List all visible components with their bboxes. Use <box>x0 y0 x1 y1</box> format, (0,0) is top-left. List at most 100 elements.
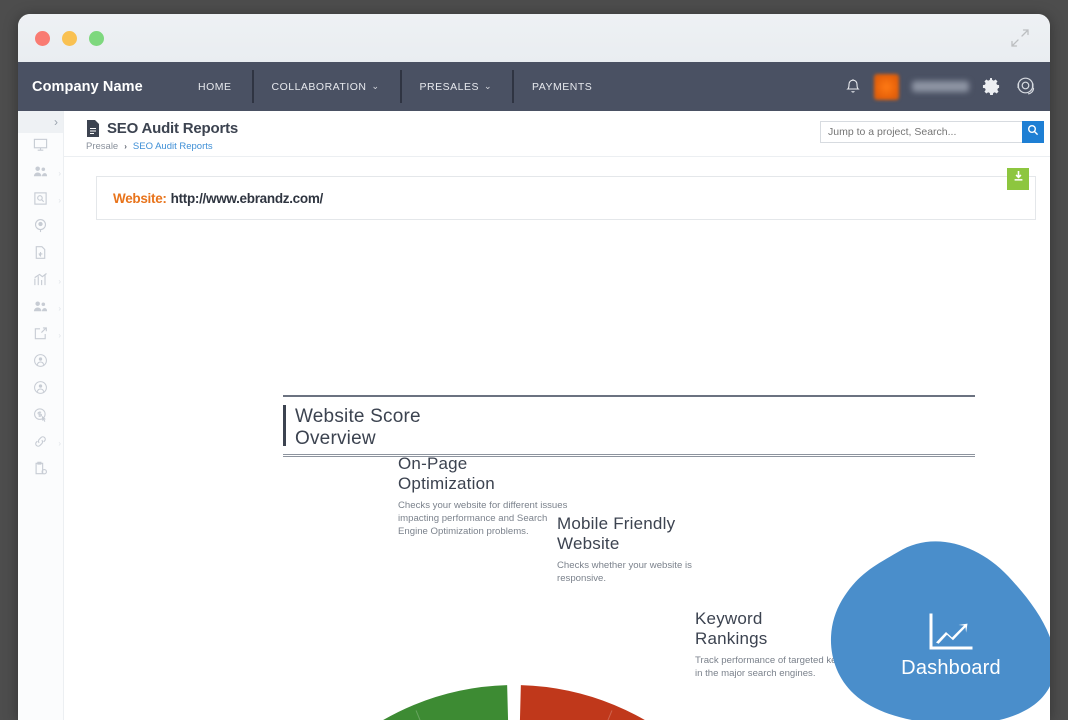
breadcrumb-separator-icon: › <box>124 142 127 151</box>
bell-icon[interactable] <box>845 78 861 96</box>
nav-item-payments[interactable]: PAYMENTS <box>512 62 612 111</box>
chevron-down-icon: ⌄ <box>371 81 380 91</box>
nav-menu: HOME COLLABORATION ⌄ PRESALES ⌄ PAYMENTS <box>178 62 612 111</box>
dashboard-button-content: Dashboard <box>828 538 1050 720</box>
sidebar-item-team[interactable]: › <box>18 295 63 322</box>
section-title-line2: Overview <box>295 428 376 449</box>
minimize-button[interactable] <box>62 31 77 46</box>
top-navigation-bar: Company Name HOME COLLABORATION ⌄ PRESAL… <box>18 62 1050 111</box>
nav-item-presales[interactable]: PRESALES ⌄ <box>399 62 513 111</box>
chevron-right-icon: › <box>58 439 61 448</box>
headset-icon[interactable] <box>1014 75 1038 98</box>
app-body: › › › › › › › SEO Audit Reports Presale … <box>18 111 1050 720</box>
chevron-right-icon: › <box>58 169 61 178</box>
chart-growth-icon <box>33 272 48 292</box>
callout-title-line1: Mobile Friendly <box>557 514 676 533</box>
breadcrumb-current[interactable]: SEO Audit Reports <box>133 141 213 152</box>
sidebar-item-profile-alt[interactable] <box>18 376 63 403</box>
sidebar-item-search[interactable]: › <box>18 187 63 214</box>
monitor-icon <box>33 137 48 157</box>
sidebar-item-settings[interactable] <box>18 457 63 484</box>
close-button[interactable] <box>35 31 50 46</box>
gear-icon[interactable] <box>982 77 1001 96</box>
download-button[interactable] <box>1007 168 1029 190</box>
website-bar: Website: http://www.ebrandz.com/ <box>96 176 1036 220</box>
username-label <box>912 81 969 92</box>
page-header: SEO Audit Reports Presale › SEO Audit Re… <box>64 111 1050 157</box>
seo-report: Website Score Overview On-Page Optimizat… <box>64 232 1050 720</box>
user-circle-alt-icon <box>33 380 48 400</box>
gauge-segment-3 <box>519 685 645 720</box>
search-input[interactable] <box>820 121 1022 143</box>
nav-right-cluster <box>845 73 1050 100</box>
sidebar-toggle[interactable]: › <box>18 111 63 133</box>
edit-square-icon <box>33 326 48 346</box>
screenshot-root: Company Name HOME COLLABORATION ⌄ PRESAL… <box>0 0 1068 720</box>
avatar[interactable] <box>874 73 899 100</box>
chevron-right-icon: › <box>58 277 61 286</box>
browser-window: Company Name HOME COLLABORATION ⌄ PRESAL… <box>18 14 1050 720</box>
callout-on-page-optimization: On-Page Optimization Checks your website… <box>398 454 573 539</box>
window-titlebar <box>18 14 1050 62</box>
sidebar-item-dashboard[interactable] <box>18 133 63 160</box>
website-score-gauge: 6Out of 304.8Out of 50Out of 1012Out of … <box>264 547 764 720</box>
section-title-line1: Website Score <box>295 406 421 427</box>
sidebar-item-links[interactable]: › <box>18 430 63 457</box>
sidebar-item-edit[interactable]: › <box>18 322 63 349</box>
chevron-right-icon: › <box>58 304 61 313</box>
nav-item-label: PAYMENTS <box>532 80 593 93</box>
callout-title-line2: Optimization <box>398 473 495 493</box>
users-icon <box>33 164 48 184</box>
search-button[interactable] <box>1022 121 1044 143</box>
dashboard-button-label: Dashboard <box>901 656 1001 679</box>
callout-title-line1: On-Page <box>398 454 468 473</box>
search-box-icon <box>33 191 48 211</box>
search-box <box>820 121 1044 143</box>
website-label: Website: <box>113 190 167 206</box>
sidebar-toggle-chevron-icon: › <box>54 115 58 129</box>
chevron-right-icon: › <box>58 331 61 340</box>
user-circle-icon <box>33 353 48 373</box>
dashboard-button[interactable]: Dashboard <box>828 538 1050 720</box>
nav-item-label: PRESALES <box>419 80 479 93</box>
dollar-cursor-icon <box>33 407 48 427</box>
sidebar-item-users[interactable]: › <box>18 160 63 187</box>
section-title-block: Website Score Overview <box>283 395 975 457</box>
chevron-down-icon: ⌄ <box>484 81 493 91</box>
document-icon <box>86 120 100 137</box>
section-title: Website Score Overview <box>295 406 975 450</box>
clipboard-gear-icon <box>33 461 48 481</box>
sidebar-item-billing[interactable] <box>18 403 63 430</box>
download-icon <box>1012 170 1025 188</box>
chart-growth-icon <box>927 613 975 653</box>
main-content: Website: http://www.ebrandz.com/ Website… <box>64 157 1050 720</box>
callout-title: On-Page Optimization <box>398 454 573 493</box>
breadcrumb-parent[interactable]: Presale <box>86 141 118 152</box>
document-icon <box>33 245 48 265</box>
sidebar-item-profile[interactable] <box>18 349 63 376</box>
location-pin-icon <box>33 218 48 238</box>
gauge-svg: 6Out of 304.8Out of 50Out of 1012Out of … <box>383 685 645 720</box>
brand-logo[interactable]: Company Name <box>18 79 178 95</box>
nav-item-home[interactable]: HOME <box>178 62 252 111</box>
link-icon <box>33 434 48 454</box>
nav-item-collaboration[interactable]: COLLABORATION ⌄ <box>251 62 400 111</box>
nav-item-label: COLLABORATION <box>271 80 367 93</box>
nav-item-label: HOME <box>198 80 232 93</box>
sidebar-item-location[interactable] <box>18 214 63 241</box>
maximize-button[interactable] <box>89 31 104 46</box>
chevron-right-icon: › <box>58 196 61 205</box>
sidebar-item-documents[interactable] <box>18 241 63 268</box>
gauge-segments: 6Out of 304.8Out of 50Out of 1012Out of … <box>383 685 645 720</box>
website-url[interactable]: http://www.ebrandz.com/ <box>171 191 324 206</box>
left-sidebar: › › › › › › › <box>18 111 64 720</box>
page-title: SEO Audit Reports <box>86 120 238 137</box>
page-title-text: SEO Audit Reports <box>107 120 239 137</box>
breadcrumb: Presale › SEO Audit Reports <box>86 141 213 152</box>
sidebar-item-analytics[interactable]: › <box>18 268 63 295</box>
search-icon <box>1027 123 1039 141</box>
gauge-segment-2 <box>383 685 509 720</box>
window-controls <box>35 31 104 46</box>
team-icon <box>33 299 48 319</box>
expand-icon[interactable] <box>1010 28 1030 48</box>
